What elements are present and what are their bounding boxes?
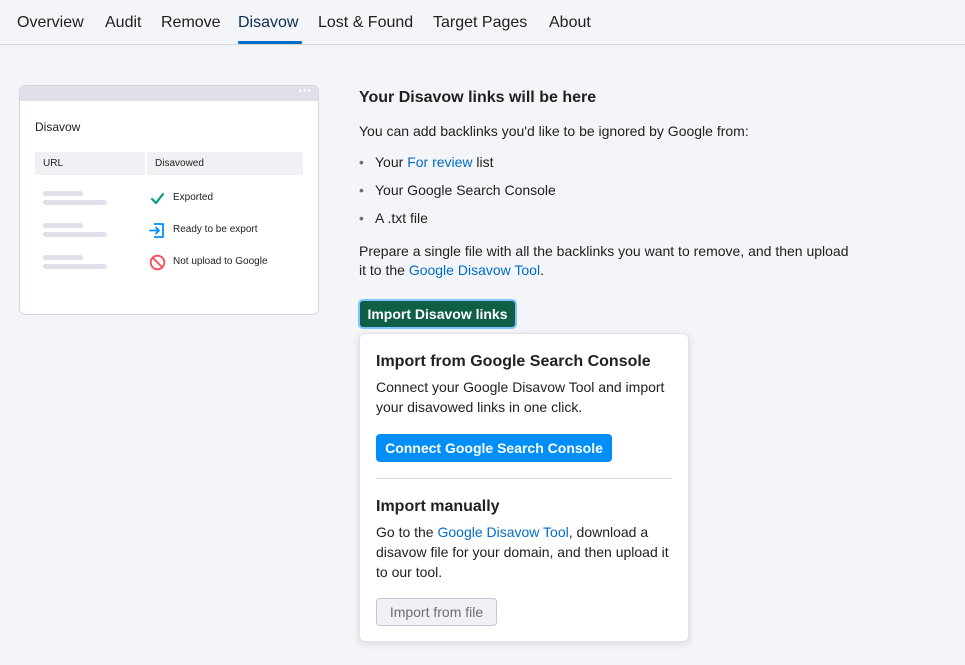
list-item: • Your For review list (359, 154, 494, 170)
tab-disavow[interactable]: Disavow (238, 14, 298, 32)
bullet-dot: • (359, 154, 364, 170)
manual-description: Go to the Google Disavow Tool, download … (376, 522, 676, 582)
placeholder-line (43, 191, 83, 196)
for-review-link[interactable]: For review (407, 154, 472, 170)
placeholder-line (43, 255, 83, 260)
google-disavow-tool-link[interactable]: Google Disavow Tool (409, 262, 540, 278)
tab-target-pages[interactable]: Target Pages (433, 14, 527, 32)
google-disavow-tool-link[interactable]: Google Disavow Tool (437, 524, 568, 540)
active-tab-indicator (238, 41, 302, 44)
bullet-text: Your (375, 154, 408, 170)
preview-col-url: URL (35, 152, 145, 175)
preview-row: Exported (43, 191, 303, 213)
import-from-file-button[interactable]: Import from file (376, 598, 497, 626)
prepare-text: Prepare a single file with all the backl… (359, 242, 859, 280)
preview-status-label: Not upload to Google (173, 256, 268, 267)
manual-text: Go to the (376, 524, 438, 540)
preview-status-label: Ready to be export (173, 224, 258, 235)
tab-about[interactable]: About (549, 14, 591, 32)
intro-text: You can add backlinks you'd like to be i… (359, 123, 749, 139)
placeholder-line (43, 223, 83, 228)
placeholder-line (43, 264, 107, 269)
gsc-heading: Import from Google Search Console (376, 353, 651, 370)
preview-row: Ready to be export (43, 223, 303, 245)
export-icon (149, 223, 164, 238)
bullet-text: Your Google Search Console (375, 182, 556, 198)
preview-col-disavowed: Disavowed (147, 152, 303, 175)
tab-bar: Overview Audit Remove Disavow Lost & Fou… (0, 0, 965, 45)
disavow-preview-card: ••• Disavow URL Disavowed Exported Ready… (19, 85, 319, 315)
divider (376, 478, 672, 479)
bullet-text: list (472, 154, 494, 170)
more-dots-icon: ••• (298, 86, 312, 97)
import-button-label: Import Disavow links (367, 306, 508, 322)
bullet-dot: • (359, 210, 364, 226)
connect-gsc-button[interactable]: Connect Google Search Console (376, 434, 612, 462)
preview-window-bar: ••• (20, 86, 318, 101)
tab-overview[interactable]: Overview (17, 14, 84, 32)
page-heading: Your Disavow links will be here (359, 89, 597, 106)
preview-row: Not upload to Google (43, 254, 303, 277)
manual-heading: Import manually (376, 498, 500, 515)
import-dropdown-menu: Import from Google Search Console Connec… (359, 333, 689, 642)
import-disavow-links-button[interactable]: Import Disavow links (358, 299, 517, 329)
gsc-description: Connect your Google Disavow Tool and imp… (376, 379, 665, 415)
preview-status-label: Exported (173, 192, 214, 203)
preview-table-header: URL Disavowed (35, 152, 303, 175)
placeholder-line (43, 200, 107, 205)
bullet-dot: • (359, 182, 364, 198)
tab-lost-found[interactable]: Lost & Found (318, 14, 413, 32)
check-icon (150, 192, 165, 205)
tab-audit[interactable]: Audit (105, 14, 141, 32)
list-item: • Your Google Search Console (359, 182, 556, 198)
preview-title: Disavow (35, 120, 81, 134)
bullet-text: A .txt file (375, 210, 428, 226)
placeholder-line (43, 232, 107, 237)
prepare-end: . (540, 262, 544, 278)
tab-remove[interactable]: Remove (161, 14, 221, 32)
forbidden-icon (149, 254, 166, 271)
list-item: • A .txt file (359, 210, 428, 226)
